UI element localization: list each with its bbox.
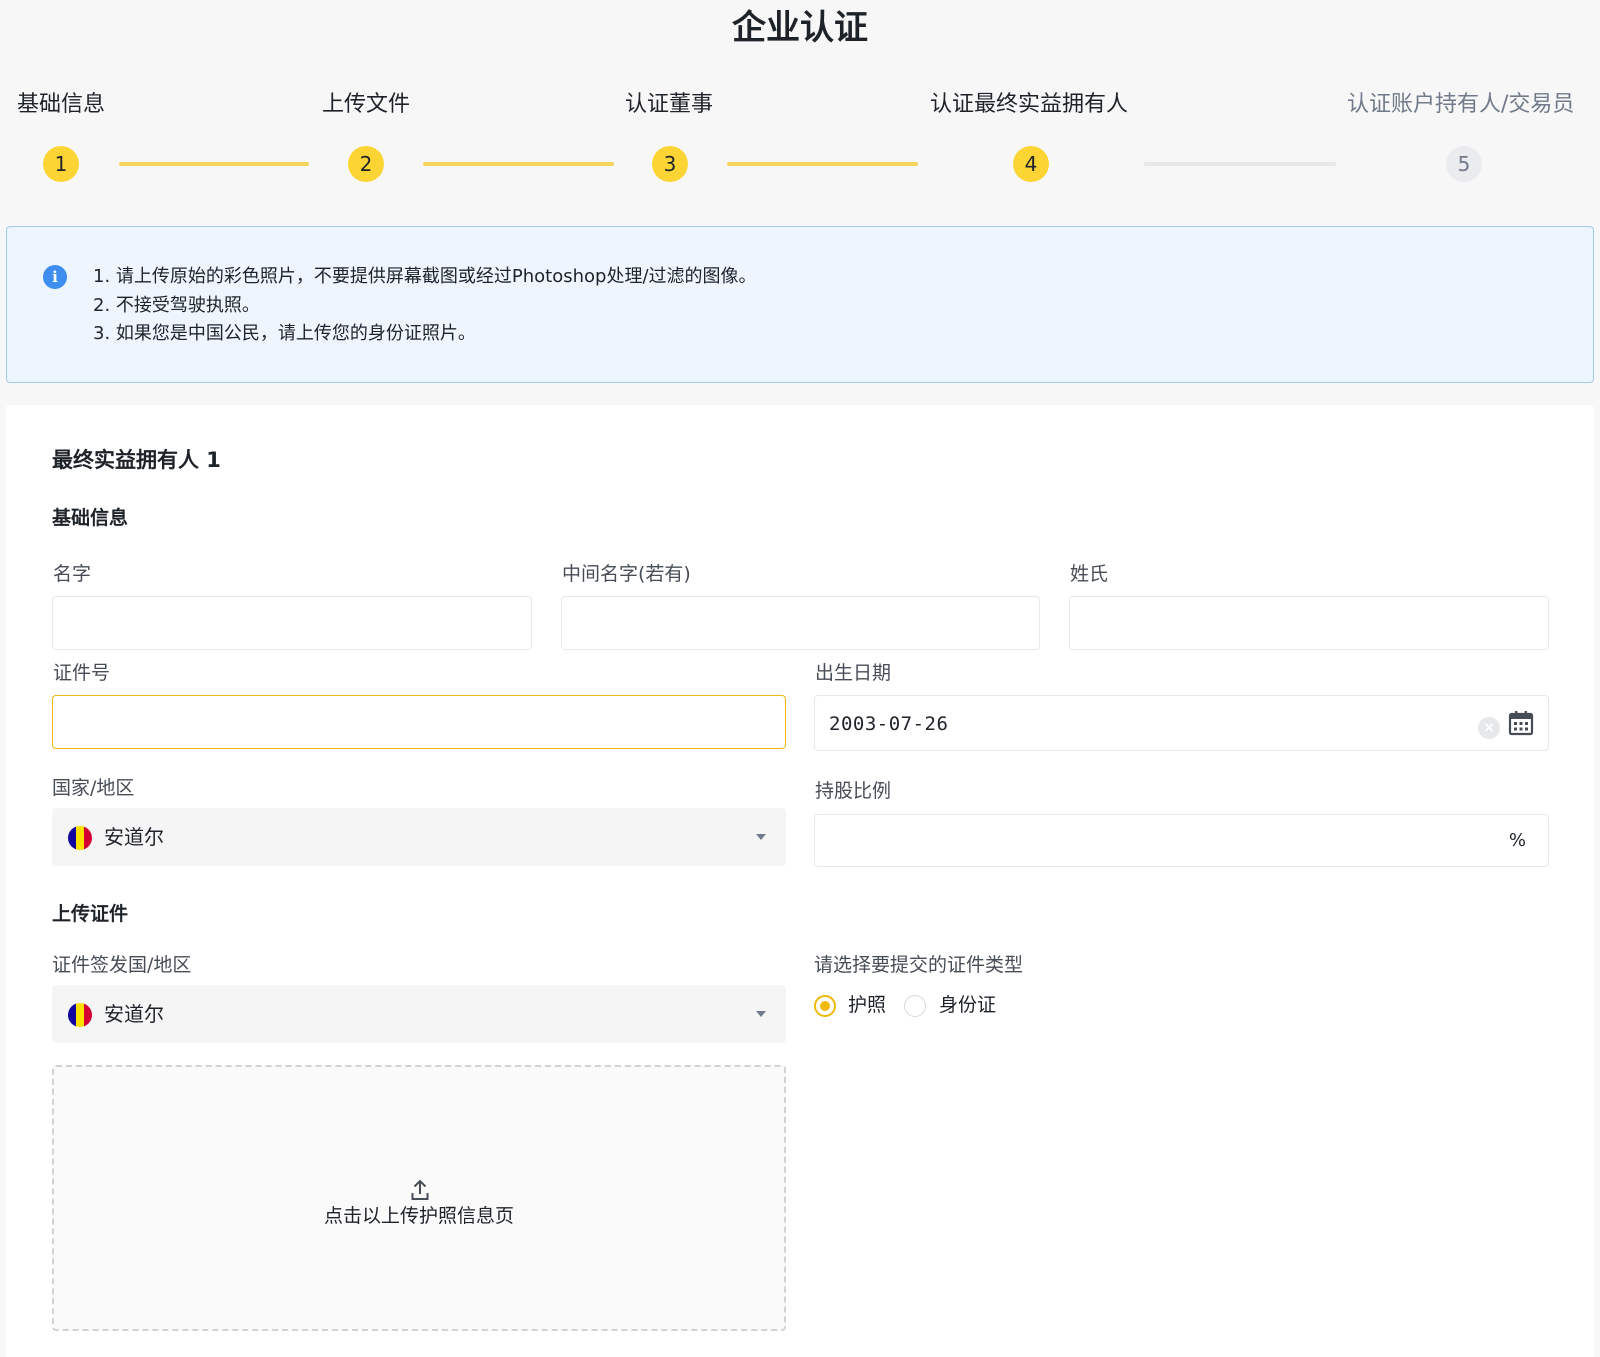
step-number-3[interactable]: 3 xyxy=(652,146,688,182)
step-label-verify-ubo[interactable]: 认证最终实益拥有人 xyxy=(930,88,1128,122)
chevron-down-icon xyxy=(756,834,766,840)
shareholding-field[interactable]: % xyxy=(814,814,1549,867)
andorra-flag-icon xyxy=(68,826,92,850)
birth-date-value[interactable]: 2003-07-26 xyxy=(829,710,948,738)
passport-upload-dropzone[interactable]: 点击以上传护照信息页 xyxy=(52,1065,786,1331)
step-connector-3 xyxy=(727,162,918,166)
notice-line-3: 3. 如果您是中国公民，请上传您的身份证照片。 xyxy=(93,323,476,344)
step-label-verify-directors[interactable]: 认证董事 xyxy=(625,88,713,122)
first-name-input[interactable] xyxy=(52,596,532,650)
country-label: 国家/地区 xyxy=(52,777,135,799)
step-number-1[interactable]: 1 xyxy=(43,146,79,182)
notice-banner: i 1. 请上传原始的彩色照片，不要提供屏幕截图或经过Photoshop处理/过… xyxy=(6,226,1594,383)
first-name-label: 名字 xyxy=(53,563,92,585)
step-connector-2 xyxy=(423,162,614,166)
shareholding-label: 持股比例 xyxy=(815,780,892,802)
owner-title: 最终实益拥有人 1 xyxy=(52,448,221,472)
step-connector-1 xyxy=(119,162,309,166)
notice-line-1: 1. 请上传原始的彩色照片，不要提供屏幕截图或经过Photoshop处理/过滤的… xyxy=(93,266,757,287)
notice-lines: 1. 请上传原始的彩色照片，不要提供屏幕截图或经过Photoshop处理/过滤的… xyxy=(93,263,757,349)
upload-instruction: 点击以上传护照信息页 xyxy=(323,1205,514,1227)
radio-passport-label[interactable]: 护照 xyxy=(848,992,886,1018)
last-name-label: 姓氏 xyxy=(1070,563,1109,585)
info-icon: i xyxy=(43,265,67,289)
id-number-label: 证件号 xyxy=(53,662,111,684)
country-select-value: 安道尔 xyxy=(104,825,164,849)
clear-icon[interactable]: × xyxy=(1478,717,1500,739)
page-title: 企业认证 xyxy=(732,8,868,48)
basic-info-section-title: 基础信息 xyxy=(52,507,129,529)
shareholding-input[interactable] xyxy=(815,815,1455,866)
calendar-icon[interactable] xyxy=(1508,710,1534,736)
id-number-input[interactable] xyxy=(52,695,786,749)
notice-line-2: 2. 不接受驾驶执照。 xyxy=(93,294,260,316)
step-number-2[interactable]: 2 xyxy=(348,146,384,182)
andorra-flag-icon xyxy=(68,1003,92,1027)
upload-icon xyxy=(411,1179,429,1200)
issuing-country-label: 证件签发国/地区 xyxy=(52,954,192,976)
radio-id-card-label[interactable]: 身份证 xyxy=(939,992,996,1018)
middle-name-label: 中间名字(若有) xyxy=(562,563,691,585)
country-select[interactable]: 安道尔 xyxy=(52,808,786,866)
step-label-upload-files[interactable]: 上传文件 xyxy=(322,88,410,122)
step-number-4[interactable]: 4 xyxy=(1013,146,1049,182)
birth-date-label: 出生日期 xyxy=(815,662,892,684)
upload-section-title: 上传证件 xyxy=(52,903,129,925)
step-connector-4 xyxy=(1144,162,1336,166)
step-number-5[interactable]: 5 xyxy=(1446,146,1482,182)
issuing-country-select-value: 安道尔 xyxy=(104,1002,164,1026)
percent-suffix: % xyxy=(1508,830,1526,851)
ubo-form-card: 最终实益拥有人 1 基础信息 名字 中间名字(若有) 姓氏 证件号 出生日期 2… xyxy=(6,405,1594,1357)
last-name-input[interactable] xyxy=(1069,596,1549,650)
doc-type-label: 请选择要提交的证件类型 xyxy=(814,954,1024,976)
birth-date-picker[interactable]: 2003-07-26 × xyxy=(814,695,1549,751)
radio-id-card[interactable] xyxy=(904,995,926,1017)
step-label-verify-account-holder[interactable]: 认证账户持有人/交易员 xyxy=(1347,88,1574,122)
middle-name-input[interactable] xyxy=(561,596,1040,650)
chevron-down-icon xyxy=(756,1011,766,1017)
issuing-country-select[interactable]: 安道尔 xyxy=(52,985,786,1043)
step-label-basic-info[interactable]: 基础信息 xyxy=(17,88,105,122)
radio-passport[interactable] xyxy=(814,995,836,1017)
